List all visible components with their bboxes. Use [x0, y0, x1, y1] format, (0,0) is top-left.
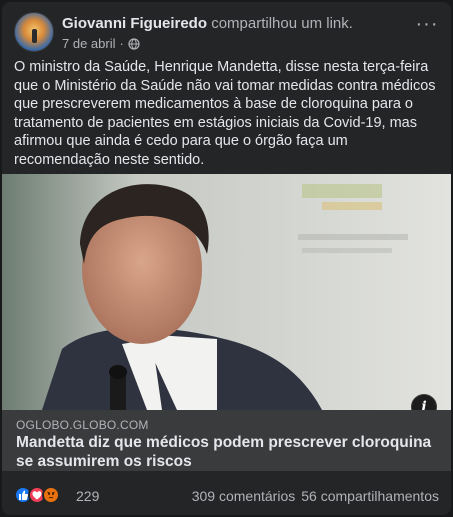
author-line: Giovanni Figueiredo compartilhou um link…: [62, 15, 353, 32]
post-card: Giovanni Figueiredo compartilhou um link…: [2, 2, 451, 515]
shares-count[interactable]: 56 compartilhamentos: [301, 488, 439, 504]
meta-separator: ·: [119, 36, 124, 51]
reaction-icons[interactable]: [14, 486, 60, 504]
post-date[interactable]: 7 de abril: [62, 36, 115, 51]
post-action: compartilhou um link.: [211, 15, 353, 32]
author-name[interactable]: Giovanni Figueiredo: [62, 15, 207, 32]
link-caption[interactable]: OGLOBO.GLOBO.COM Mandetta diz que médico…: [2, 410, 451, 471]
link-domain: OGLOBO.GLOBO.COM: [16, 418, 149, 432]
reaction-count[interactable]: 229: [76, 488, 99, 504]
comments-count[interactable]: 309 comentários: [192, 488, 296, 504]
link-preview-image[interactable]: [2, 174, 451, 410]
engagement-counts: 309 comentários 56 compartilhamentos: [192, 488, 439, 504]
post-footer: 229 309 comentários 56 compartilhamentos: [14, 484, 439, 506]
link-title[interactable]: Mandetta diz que médicos podem prescreve…: [16, 433, 436, 471]
more-horizontal-icon: ···: [415, 13, 439, 35]
more-options-button[interactable]: ···: [415, 14, 439, 38]
post-text: O ministro da Saúde, Henrique Mandetta, …: [14, 59, 436, 168]
preview-photo: [2, 174, 451, 410]
globe-icon[interactable]: [128, 37, 140, 50]
angry-reaction-icon: [42, 486, 60, 504]
author-avatar[interactable]: [14, 12, 54, 52]
post-header: Giovanni Figueiredo compartilhou um link…: [14, 12, 439, 54]
post-meta: 7 de abril ·: [62, 36, 140, 51]
